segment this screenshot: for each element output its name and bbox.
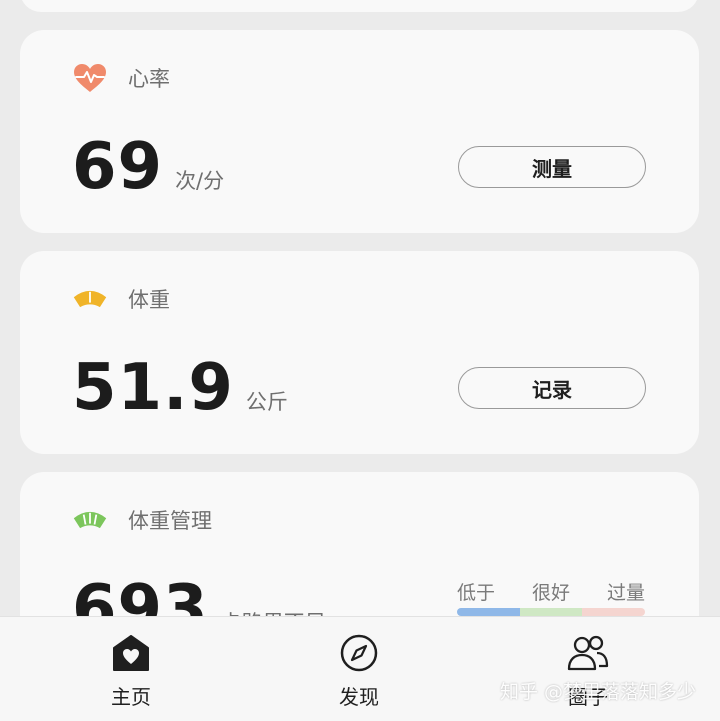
scale-segment-good: [519, 608, 583, 616]
weight-scale-icon: [72, 283, 108, 315]
calorie-scale-bar: [457, 608, 645, 616]
scale-label-low: 低于: [457, 582, 496, 604]
heart-rate-value-row: 69 次/分: [72, 130, 224, 204]
scale-segment-low: [457, 608, 520, 616]
scale-label-good: 很好: [531, 582, 570, 604]
heart-rate-title: 心率: [128, 67, 170, 91]
weight-management-icon: [72, 504, 108, 536]
scale-segment-excess: [582, 608, 645, 616]
home-heart-icon: [109, 631, 153, 675]
watermark: 知乎 @梦里落落知多少: [499, 681, 696, 703]
weight-unit: 公斤: [245, 390, 288, 414]
people-icon: [566, 631, 610, 675]
nav-home[interactable]: 主页: [71, 631, 191, 710]
heart-rate-unit: 次/分: [175, 169, 225, 193]
scale-label-excess: 过量: [606, 582, 645, 604]
weight-value: 51.9: [72, 351, 234, 425]
weight-value-row: 51.9 公斤: [72, 351, 288, 425]
heart-rate-card[interactable]: 心率 69 次/分 测量: [20, 30, 699, 233]
nav-discover[interactable]: 发现: [299, 631, 419, 710]
heart-pulse-icon: [72, 62, 108, 94]
weight-management-header: 体重管理: [72, 504, 212, 536]
weight-header: 体重: [72, 283, 170, 315]
previous-card: [20, 0, 699, 12]
record-button[interactable]: 记录: [458, 367, 646, 409]
nav-discover-label: 发现: [339, 685, 379, 709]
compass-icon: [337, 631, 381, 675]
weight-management-title: 体重管理: [128, 509, 212, 533]
bottom-navigation: 主页 发现 圈子: [0, 616, 720, 721]
heart-rate-value: 69: [72, 130, 164, 204]
nav-home-label: 主页: [111, 685, 151, 709]
weight-title: 体重: [128, 288, 170, 312]
weight-card[interactable]: 体重 51.9 公斤 记录: [20, 251, 699, 454]
measure-button[interactable]: 测量: [458, 146, 646, 188]
heart-rate-header: 心率: [72, 62, 170, 94]
calorie-scale-labels: 低于 很好 过量: [457, 578, 645, 605]
